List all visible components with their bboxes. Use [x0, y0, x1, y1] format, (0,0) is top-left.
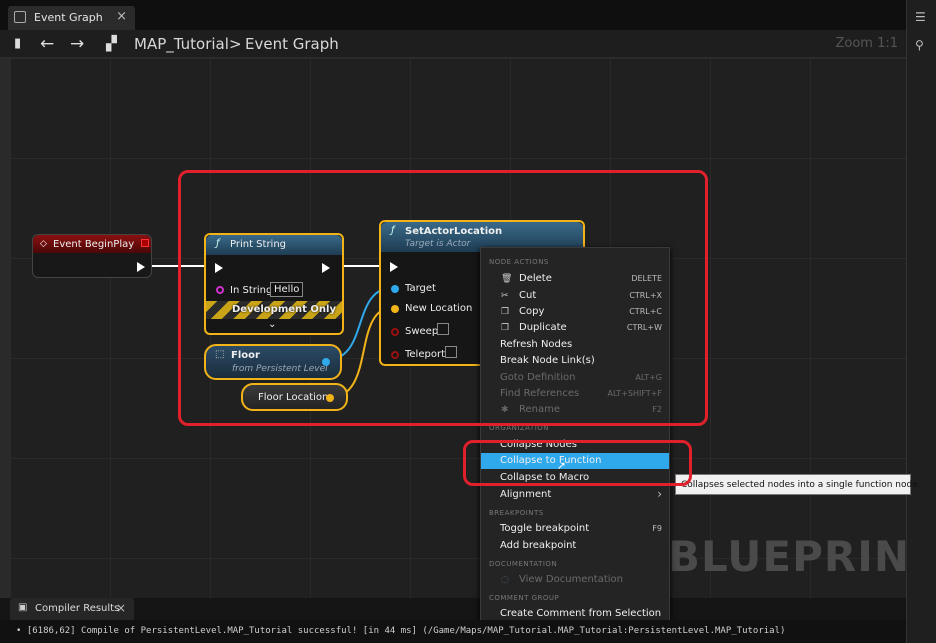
menu-item-toggle-breakpoint[interactable]: Toggle breakpoint F9: [481, 521, 669, 537]
breadcrumb-map[interactable]: MAP_Tutorial: [134, 35, 229, 53]
graph-toolbar: ▮ ← → ▞ MAP_Tutorial > Event Graph Zoom …: [0, 30, 906, 58]
section-comment-group: COMMENT GROUP: [489, 594, 560, 602]
breadcrumb-separator: >: [229, 35, 242, 53]
tab-event-graph[interactable]: Event Graph ×: [8, 6, 135, 30]
blueprint-watermark: BLUEPRINT: [668, 532, 906, 581]
tab-label: Compiler Results: [35, 603, 120, 614]
section-breakpoints: BREAKPOINTS: [489, 509, 544, 517]
right-panel-strip: ☰ ⚲: [906, 0, 936, 643]
highlight-collapse-to-function: [463, 440, 692, 486]
search-icon[interactable]: ⚲: [915, 38, 929, 52]
chevron-right-icon: ›: [657, 487, 662, 501]
highlight-selected-nodes: [178, 170, 708, 426]
node-title: Event BeginPlay: [53, 239, 135, 250]
compiler-log: • [6186,62] Compile of PersistentLevel.M…: [0, 620, 906, 643]
menu-item-add-breakpoint[interactable]: Add breakpoint: [481, 538, 669, 554]
exec-out-pin[interactable]: [137, 262, 145, 272]
blueprint-editor: Event Graph × ☰ ⚲ ▮ ← → ▞ MAP_Tutorial >…: [0, 0, 936, 643]
close-icon[interactable]: ×: [116, 601, 126, 615]
zoom-level: Zoom 1:1: [835, 36, 898, 51]
log-line: • [6186,62] Compile of PersistentLevel.M…: [16, 626, 786, 636]
tab-bar: Event Graph ×: [0, 0, 936, 30]
menu-item-alignment[interactable]: Alignment ›: [481, 487, 669, 503]
help-icon: ◌: [501, 575, 509, 585]
tab-compiler-results[interactable]: ▣ Compiler Results ×: [10, 598, 134, 620]
blueprint-icon: ▞: [106, 36, 117, 52]
graph-icon: [14, 11, 26, 23]
event-icon: ◇: [40, 239, 47, 249]
compiler-icon: ▣: [18, 602, 28, 613]
close-icon[interactable]: ×: [116, 9, 127, 24]
forward-button[interactable]: →: [70, 34, 84, 54]
tab-label: Event Graph: [34, 11, 103, 24]
section-documentation: DOCUMENTATION: [489, 560, 558, 568]
tooltip: Collapses selected nodes into a single f…: [675, 474, 921, 495]
left-panel-strip: [0, 58, 10, 598]
delegate-pin[interactable]: [141, 239, 149, 247]
bookmark-icon[interactable]: ▮: [14, 36, 21, 51]
back-button[interactable]: ←: [40, 34, 54, 54]
breadcrumb-event-graph[interactable]: Event Graph: [245, 35, 339, 53]
node-event-beginplay[interactable]: ◇ Event BeginPlay: [32, 234, 152, 278]
menu-item-view-documentation: ◌ View Documentation: [501, 574, 623, 585]
settings-icon[interactable]: ☰: [915, 10, 929, 24]
